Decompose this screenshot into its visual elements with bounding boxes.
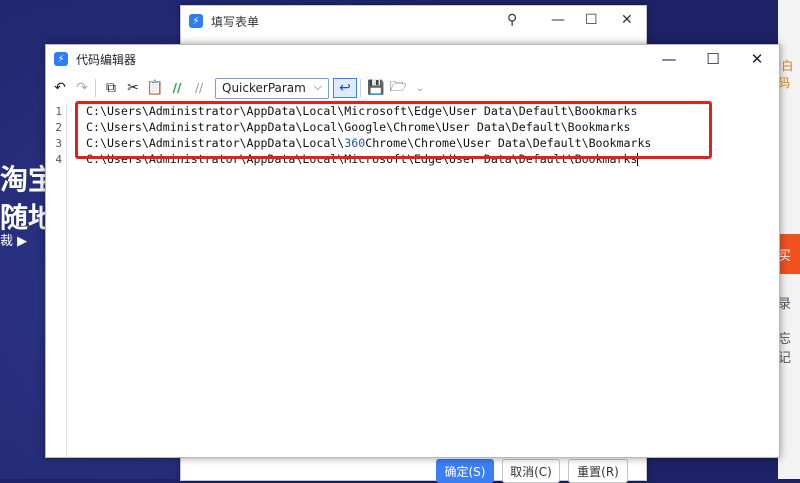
form-window-titlebar: ⚡ 填写表单	[181, 6, 646, 36]
minimize-icon: —	[661, 50, 677, 68]
minimize-button[interactable]: —	[647, 45, 691, 73]
language-select-value: QuickerParam	[222, 81, 306, 95]
code-editor-window: ⚡ 代码编辑器 — ☐ ✕ ↶ ↷ ⧉ ✂ 📋 // // QuickerPar…	[45, 44, 780, 458]
cancel-button[interactable]: 取消(C)	[502, 459, 560, 483]
word-wrap-toggle[interactable]: ↩	[333, 78, 357, 98]
redo-icon[interactable]: ↷	[72, 78, 92, 98]
save-icon[interactable]: 💾	[366, 78, 386, 98]
line-number: 1	[55, 105, 62, 118]
line-number: 2	[55, 121, 62, 134]
open-folder-icon[interactable]: 🗁	[388, 78, 408, 98]
app-lightning-icon: ⚡	[189, 14, 203, 28]
maximize-icon: ☐	[706, 50, 720, 68]
background-link: 裁 ▶	[0, 234, 28, 249]
uncomment-icon[interactable]: //	[189, 78, 209, 98]
paste-icon[interactable]: 📋	[145, 78, 165, 98]
close-icon[interactable]: ✕	[621, 12, 633, 28]
toolbar-divider	[360, 79, 361, 97]
right-panel-label: l白码	[778, 59, 794, 90]
right-panel-label: 忘记	[778, 332, 792, 366]
close-button[interactable]: ✕	[735, 45, 779, 73]
line-number: 3	[55, 137, 62, 150]
cut-icon[interactable]: ✂	[123, 78, 143, 98]
wrap-icon: ↩	[339, 80, 351, 96]
right-panel-label: 录	[778, 297, 792, 312]
overflow-menu-icon[interactable]: ⌄	[410, 78, 430, 98]
undo-icon[interactable]: ↶	[50, 78, 70, 98]
form-window-title: 填写表单	[211, 14, 260, 29]
line-number: 4	[55, 153, 62, 166]
toolbar-divider	[95, 79, 96, 97]
highlight-annotation-box	[75, 101, 712, 159]
right-panel-orange-button[interactable]: 买	[778, 234, 800, 274]
chevron-down-icon: ⌵	[313, 79, 322, 93]
comment-icon[interactable]: //	[167, 78, 187, 98]
pin-icon[interactable]: ⚲	[507, 12, 517, 28]
maximize-icon[interactable]: ☐	[585, 12, 598, 28]
minimize-icon[interactable]: —	[551, 12, 565, 28]
language-select[interactable]: QuickerParam ⌵	[215, 77, 329, 99]
confirm-button[interactable]: 确定(S)	[436, 459, 494, 483]
copy-icon[interactable]: ⧉	[101, 78, 121, 98]
close-icon: ✕	[750, 50, 764, 68]
maximize-button[interactable]: ☐	[691, 45, 735, 73]
editor-toolbar: ↶ ↷ ⧉ ✂ 📋 // // QuickerParam ⌵ ↩ 💾 🗁 ⌄	[46, 74, 779, 102]
editor-title: 代码编辑器	[76, 52, 137, 67]
reset-button[interactable]: 重置(R)	[568, 459, 628, 483]
app-lightning-icon: ⚡	[54, 52, 68, 66]
